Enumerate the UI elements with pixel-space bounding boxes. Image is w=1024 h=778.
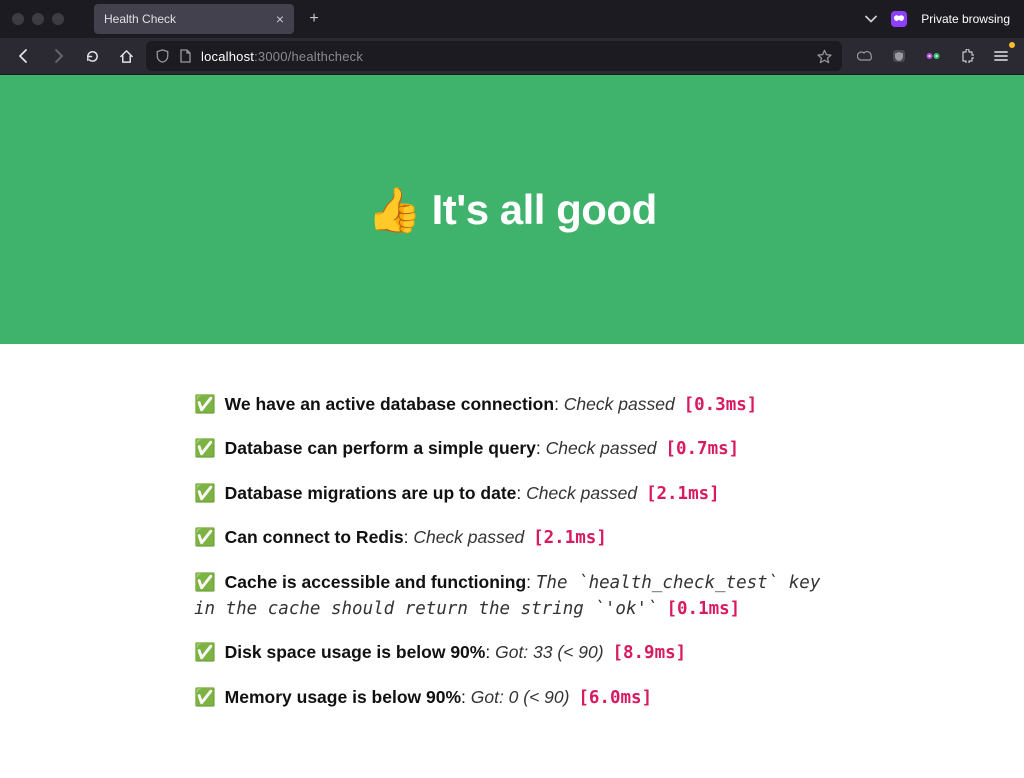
check-title: Can connect to Redis: [225, 527, 404, 547]
check-pass-icon: ✅: [194, 687, 216, 707]
url-host: localhost: [201, 49, 254, 64]
thumbs-up-icon: 👍: [367, 184, 421, 236]
check-description: Check passed: [526, 483, 637, 503]
check-item: ✅ Memory usage is below 90%: Got: 0 (< 9…: [194, 685, 830, 711]
arrow-left-icon: [16, 48, 32, 64]
extension-icon-2[interactable]: [886, 43, 912, 69]
app-menu-button[interactable]: [988, 43, 1014, 69]
tab-close-icon[interactable]: ×: [276, 12, 284, 26]
home-button[interactable]: [112, 42, 140, 70]
extension-icon-3[interactable]: [920, 43, 946, 69]
reload-button[interactable]: [78, 42, 106, 70]
tab-title: Health Check: [104, 12, 268, 26]
check-timing: [8.9ms]: [612, 643, 686, 663]
check-separator: :: [554, 394, 564, 414]
private-browsing-label: Private browsing: [921, 12, 1010, 26]
check-timing: [2.1ms]: [646, 484, 720, 504]
hero-banner: 👍 It's all good: [0, 75, 1024, 344]
check-item: ✅ We have an active database connection:…: [194, 392, 830, 418]
tab-health-check[interactable]: Health Check ×: [94, 4, 294, 34]
check-separator: :: [516, 483, 526, 503]
back-button[interactable]: [10, 42, 38, 70]
check-title: Cache is accessible and functioning: [225, 572, 526, 592]
hamburger-icon: [994, 50, 1008, 62]
check-description: Check passed: [413, 527, 524, 547]
site-identity-icon[interactable]: [179, 49, 191, 63]
window-zoom-button[interactable]: [52, 13, 64, 25]
check-timing: [0.3ms]: [684, 395, 758, 415]
check-description: Got: 33 (< 90): [495, 642, 603, 662]
tracking-protection-icon[interactable]: [156, 49, 169, 63]
notification-dot-icon: [1009, 42, 1015, 48]
check-item: ✅ Cache is accessible and functioning: T…: [194, 570, 830, 623]
hero-text: It's all good: [432, 186, 657, 234]
private-mask-icon: [891, 11, 907, 27]
toolbar-right-icons: [848, 43, 1014, 69]
home-icon: [119, 49, 134, 64]
check-title: Memory usage is below 90%: [225, 687, 461, 707]
titlebar-right: Private browsing: [865, 11, 1016, 27]
check-pass-icon: ✅: [194, 572, 216, 592]
checks-list: ✅ We have an active database connection:…: [182, 392, 842, 711]
check-item: ✅ Can connect to Redis: Check passed [2.…: [194, 525, 830, 551]
url-bar[interactable]: localhost:3000/healthcheck: [146, 41, 842, 71]
reload-icon: [85, 49, 100, 64]
page-title: 👍 It's all good: [367, 184, 656, 236]
check-pass-icon: ✅: [194, 642, 216, 662]
check-pass-icon: ✅: [194, 527, 216, 547]
check-description: Check passed: [564, 394, 675, 414]
forward-button[interactable]: [44, 42, 72, 70]
window-minimize-button[interactable]: [32, 13, 44, 25]
check-timing: [0.1ms]: [666, 599, 740, 619]
check-separator: :: [536, 438, 546, 458]
window-controls: [8, 13, 70, 25]
page-icon: [179, 49, 191, 63]
new-tab-button[interactable]: +: [300, 5, 328, 33]
check-title: Database can perform a simple query: [225, 438, 536, 458]
eyes-icon: [925, 50, 941, 62]
check-description: Got: 0 (< 90): [471, 687, 570, 707]
puzzle-icon: [960, 49, 974, 63]
titlebar: Health Check × + Private browsing: [0, 0, 1024, 38]
chevron-down-icon: [865, 13, 877, 25]
check-timing: [2.1ms]: [533, 528, 607, 548]
check-separator: :: [526, 572, 536, 592]
check-title: Database migrations are up to date: [225, 483, 517, 503]
window-close-button[interactable]: [12, 13, 24, 25]
check-separator: :: [404, 527, 414, 547]
page-viewport: 👍 It's all good ✅ We have an active data…: [0, 75, 1024, 778]
toolbar: localhost:3000/healthcheck: [0, 38, 1024, 75]
check-pass-icon: ✅: [194, 394, 216, 414]
check-pass-icon: ✅: [194, 483, 216, 503]
tabs-overflow-button[interactable]: [865, 13, 877, 25]
cloud-icon: [857, 49, 873, 63]
shield-badge-icon: [892, 49, 906, 63]
check-item: ✅ Database migrations are up to date: Ch…: [194, 481, 830, 507]
check-title: Disk space usage is below 90%: [225, 642, 486, 662]
check-title: We have an active database connection: [225, 394, 554, 414]
extension-icon-1[interactable]: [852, 43, 878, 69]
check-separator: :: [485, 642, 495, 662]
check-timing: [6.0ms]: [578, 688, 652, 708]
check-description: Check passed: [546, 438, 657, 458]
check-item: ✅ Database can perform a simple query: C…: [194, 436, 830, 462]
check-timing: [0.7ms]: [665, 439, 739, 459]
url-text: localhost:3000/healthcheck: [201, 49, 807, 64]
url-path: :3000/healthcheck: [254, 49, 363, 64]
tab-bar: Health Check × +: [94, 4, 859, 34]
arrow-right-icon: [50, 48, 66, 64]
check-pass-icon: ✅: [194, 438, 216, 458]
shield-icon: [156, 49, 169, 63]
star-icon: [817, 49, 832, 64]
check-item: ✅ Disk space usage is below 90%: Got: 33…: [194, 640, 830, 666]
extensions-button[interactable]: [954, 43, 980, 69]
check-separator: :: [461, 687, 471, 707]
bookmark-button[interactable]: [817, 49, 832, 64]
